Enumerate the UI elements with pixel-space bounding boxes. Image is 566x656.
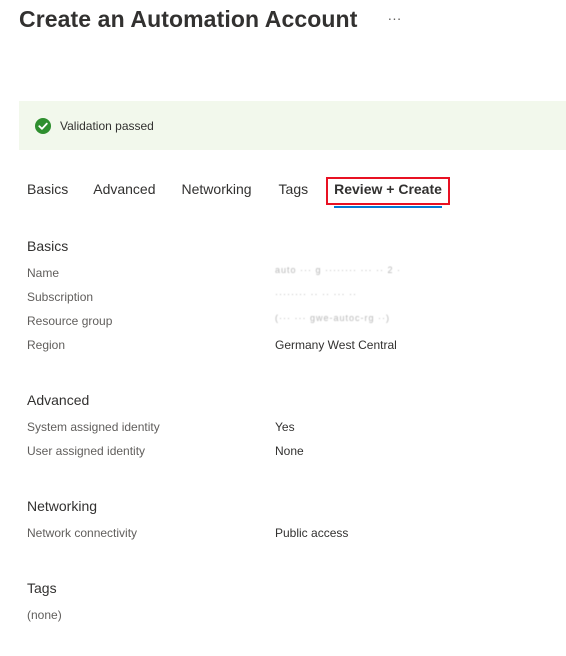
tab-basics[interactable]: Basics xyxy=(27,176,68,205)
resource-group-value: (··· ··· gwe-autoc-rg ··) xyxy=(275,313,390,323)
advanced-section-title: Advanced xyxy=(27,392,90,408)
page-title: Create an Automation Account xyxy=(19,6,358,32)
basics-section-title: Basics xyxy=(27,238,69,254)
validation-message: Validation passed xyxy=(60,118,154,133)
validation-banner: Validation passed xyxy=(19,101,566,150)
tab-bar: Basics Advanced Networking Tags Review +… xyxy=(27,176,450,208)
summary-row: User assigned identity None xyxy=(27,444,547,468)
tags-empty-text: (none) xyxy=(27,608,62,622)
tags-section-title: Tags xyxy=(27,580,57,596)
summary-label: Name xyxy=(27,266,60,280)
region-value: Germany West Central xyxy=(275,338,397,352)
advanced-section: Advanced System assigned identity Yes Us… xyxy=(27,392,547,468)
tab-review-create[interactable]: Review + Create xyxy=(326,177,450,208)
summary-label: Resource group xyxy=(27,314,113,328)
network-connectivity-value: Public access xyxy=(275,526,349,540)
summary-label: Region xyxy=(27,338,66,352)
tab-networking[interactable]: Networking xyxy=(182,176,252,205)
tags-section: Tags (none) xyxy=(27,580,547,622)
basics-section: Basics Name auto ··· g ········ ··· ·· 2… xyxy=(27,238,547,362)
networking-section: Networking Network connectivity Public a… xyxy=(27,498,547,550)
networking-section-title: Networking xyxy=(27,498,98,514)
more-options-button[interactable]: ··· xyxy=(383,9,405,27)
summary-label: Network connectivity xyxy=(27,526,138,540)
check-circle-icon xyxy=(35,117,51,134)
tab-review-create-label: Review + Create xyxy=(334,181,442,197)
system-identity-value: Yes xyxy=(275,420,295,434)
tab-advanced[interactable]: Advanced xyxy=(93,176,155,205)
subscription-value: ········ ·· ·· ··· ·· xyxy=(275,289,357,299)
active-tab-indicator xyxy=(334,206,442,208)
summary-label: Subscription xyxy=(27,290,94,304)
summary-row: System assigned identity Yes xyxy=(27,420,547,444)
summary-row: Resource group (··· ··· gwe-autoc-rg ··) xyxy=(27,313,547,338)
summary-label: System assigned identity xyxy=(27,420,160,434)
name-value: auto ··· g ········ ··· ·· 2 · xyxy=(275,265,401,275)
summary-row: Network connectivity Public access xyxy=(27,526,547,550)
tab-tags[interactable]: Tags xyxy=(279,176,309,205)
summary-row: Region Germany West Central xyxy=(27,338,547,362)
user-identity-value: None xyxy=(275,444,304,458)
page-header: Create an Automation Account ··· xyxy=(19,6,405,33)
summary-label: User assigned identity xyxy=(27,444,146,458)
